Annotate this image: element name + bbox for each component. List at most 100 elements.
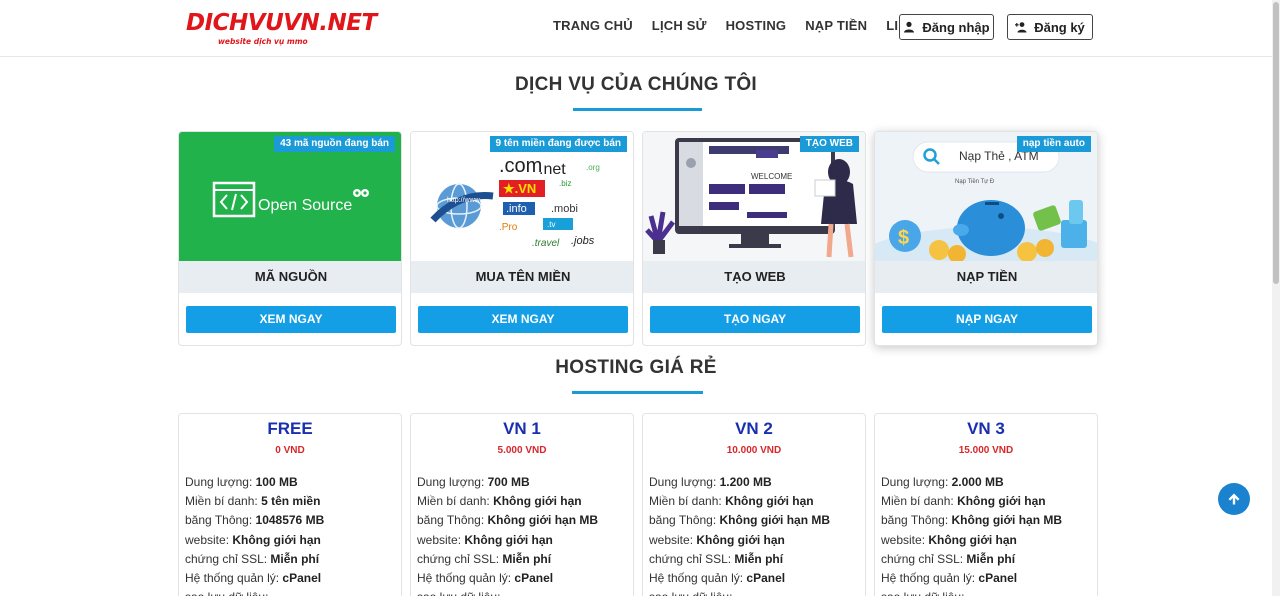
- create-web-button[interactable]: TẠO NGAY: [650, 306, 860, 333]
- svg-text:.biz: .biz: [559, 179, 571, 188]
- hosting-plan-vn3[interactable]: VN 3 15.000 VND Dung lượng: 2.000 MB Miền…: [874, 413, 1098, 596]
- spec-value: Không giới hạn: [957, 494, 1046, 509]
- site-logo[interactable]: DICHVUVN.NET website dịch vụ mmo: [186, 9, 377, 47]
- spec-row: website: Không giới hạn: [417, 531, 629, 550]
- top-navbar: DICHVUVN.NET website dịch vụ mmo TRANG C…: [0, 0, 1272, 57]
- spec-label: sao lưu dữ liệu:: [881, 590, 964, 596]
- spec-value: Miễn phí: [270, 551, 320, 566]
- spec-row: sao lưu dữ liệu:: [417, 588, 629, 596]
- spec-row: website: Không giới hạn: [649, 531, 861, 550]
- spec-row: băng Thông: Không giới hạn MB: [649, 511, 861, 530]
- spec-row: sao lưu dữ liệu:: [185, 588, 397, 596]
- spec-label: Hệ thống quản lý:: [649, 571, 747, 586]
- spec-value: 1048576 MB: [255, 513, 325, 528]
- view-domain-button[interactable]: XEM NGAY: [418, 306, 628, 333]
- plan-name: FREE: [267, 419, 313, 438]
- hosting-plan-vn2[interactable]: VN 2 10.000 VND Dung lượng: 1.200 MB Miền…: [642, 413, 866, 596]
- spec-row: chứng chỉ SSL: Miễn phí: [185, 550, 397, 569]
- plan-specs: Dung lượng: 1.200 MB Miền bí danh: Không …: [649, 473, 861, 596]
- plan-specs: Dung lượng: 700 MB Miền bí danh: Không gi…: [417, 473, 629, 596]
- nav-home[interactable]: TRANG CHỦ: [553, 18, 633, 33]
- spec-row: website: Không giới hạn: [881, 531, 1093, 550]
- spec-label: chứng chỉ SSL:: [417, 551, 503, 566]
- spec-value: Miễn phí: [502, 551, 552, 566]
- spec-label: Miền bí danh:: [417, 494, 494, 509]
- spec-value: Không giới hạn: [928, 532, 1017, 547]
- svg-text:.Pro: .Pro: [499, 222, 518, 233]
- svg-text:.tv: .tv: [547, 220, 555, 229]
- nav-history[interactable]: LỊCH SỬ: [652, 18, 707, 33]
- spec-row: Miền bí danh: 5 tên miền: [185, 492, 397, 511]
- svg-text:.travel: .travel: [532, 238, 560, 249]
- spec-value: Không giới hạn: [493, 494, 582, 509]
- spec-label: băng Thông:: [185, 513, 256, 528]
- spec-row: Hệ thống quản lý: cPanel: [881, 569, 1093, 588]
- web-badge: TẠO WEB: [799, 136, 859, 152]
- spec-row: website: Không giới hạn: [185, 531, 397, 550]
- scrollbar-thumb[interactable]: [1273, 2, 1279, 284]
- topup-button[interactable]: NẠP NGAY: [882, 306, 1092, 333]
- user-icon: [904, 21, 915, 33]
- spec-label: băng Thông:: [649, 513, 720, 528]
- spec-value: 100 MB: [255, 475, 298, 489]
- spec-row: băng Thông: Không giới hạn MB: [881, 511, 1093, 530]
- spec-row: Hệ thống quản lý: cPanel: [649, 569, 861, 588]
- spec-value: 2.000 MB: [951, 475, 1004, 489]
- spec-value: Không giới hạn: [464, 532, 553, 547]
- svg-text:.info: .info: [506, 203, 527, 215]
- plan-specs: Dung lượng: 100 MB Miền bí danh: 5 tên mi…: [185, 473, 397, 596]
- spec-row: Dung lượng: 700 MB: [417, 473, 629, 492]
- spec-label: băng Thông:: [417, 513, 488, 528]
- spec-value: cPanel: [746, 571, 786, 586]
- nav-hosting[interactable]: HOSTING: [726, 18, 787, 33]
- spec-label: sao lưu dữ liệu:: [649, 590, 732, 596]
- plan-price: 15.000 VND: [958, 445, 1014, 456]
- user-plus-icon: [1015, 22, 1027, 33]
- spec-value: cPanel: [514, 571, 554, 586]
- view-source-button[interactable]: XEM NGAY: [186, 306, 396, 333]
- spec-label: Hệ thống quản lý:: [881, 571, 979, 586]
- service-card-source-code: Open Source 43 mã nguồn đang bán MÃ NGUỒ…: [178, 131, 402, 346]
- svg-text:.mobi: .mobi: [551, 203, 578, 215]
- spec-label: Hệ thống quản lý:: [417, 571, 515, 586]
- back-to-top-button[interactable]: [1218, 483, 1250, 515]
- spec-row: Dung lượng: 100 MB: [185, 473, 397, 492]
- service-card-domain: http://www. .com .net ★.VN .biz .org .in…: [410, 131, 634, 346]
- nav-topup[interactable]: NẠP TIỀN: [805, 18, 867, 33]
- spec-label: website:: [881, 532, 929, 547]
- svg-text:Nạp Tiền Tự Đ: Nạp Tiền Tự Đ: [955, 179, 995, 185]
- spec-row: băng Thông: Không giới hạn MB: [417, 511, 629, 530]
- spec-row: băng Thông: 1048576 MB: [185, 511, 397, 530]
- arrow-up-icon: [1228, 493, 1240, 505]
- spec-value: 5 tên miền: [261, 494, 321, 509]
- hosting-title-underline: [572, 391, 703, 394]
- svg-text:.net: .net: [539, 161, 566, 178]
- svg-text:.com: .com: [499, 155, 542, 177]
- spec-label: Miền bí danh:: [185, 494, 262, 509]
- spec-label: sao lưu dữ liệu:: [185, 590, 268, 596]
- spec-label: website:: [417, 532, 465, 547]
- plan-specs: Dung lượng: 2.000 MB Miền bí danh: Không …: [881, 473, 1093, 596]
- plan-name: VN 1: [503, 419, 541, 438]
- service-card-topup: Nạp Thẻ , ATM Nạp Tiền Tự Đ $ nạp tiền a…: [874, 131, 1098, 346]
- plan-price: 10.000 VND: [726, 445, 782, 456]
- spec-row: Hệ thống quản lý: cPanel: [185, 569, 397, 588]
- open-source-text: Open Source: [258, 197, 352, 214]
- services-title: DỊCH VỤ CỦA CHÚNG TÔI: [514, 74, 758, 95]
- spec-row: chứng chỉ SSL: Miễn phí: [881, 550, 1093, 569]
- logo-tagline: website dịch vụ mmo: [218, 37, 308, 46]
- main-menu: TRANG CHỦ LỊCH SỬ HOSTING NẠP TIỀN LIÊN …: [553, 18, 958, 33]
- spec-label: Dung lượng:: [881, 475, 952, 489]
- spec-value: Không giới hạn MB: [487, 513, 599, 528]
- page-scrollbar[interactable]: [1272, 0, 1280, 596]
- hosting-plan-vn1[interactable]: VN 1 5.000 VND Dung lượng: 700 MB Miền bí…: [410, 413, 634, 596]
- hosting-plan-free[interactable]: FREE 0 VND Dung lượng: 100 MB Miền bí dan…: [178, 413, 402, 596]
- register-button[interactable]: Đăng ký: [1007, 14, 1093, 40]
- login-button[interactable]: Đăng nhập: [899, 14, 994, 40]
- spec-row: Dung lượng: 1.200 MB: [649, 473, 861, 492]
- spec-value: Không giới hạn MB: [719, 513, 831, 528]
- service-name-domain: MUA TÊN MIỀN: [411, 261, 633, 293]
- plan-name: VN 3: [967, 419, 1005, 438]
- spec-value: Miễn phí: [734, 551, 784, 566]
- login-label: Đăng nhập: [922, 19, 990, 35]
